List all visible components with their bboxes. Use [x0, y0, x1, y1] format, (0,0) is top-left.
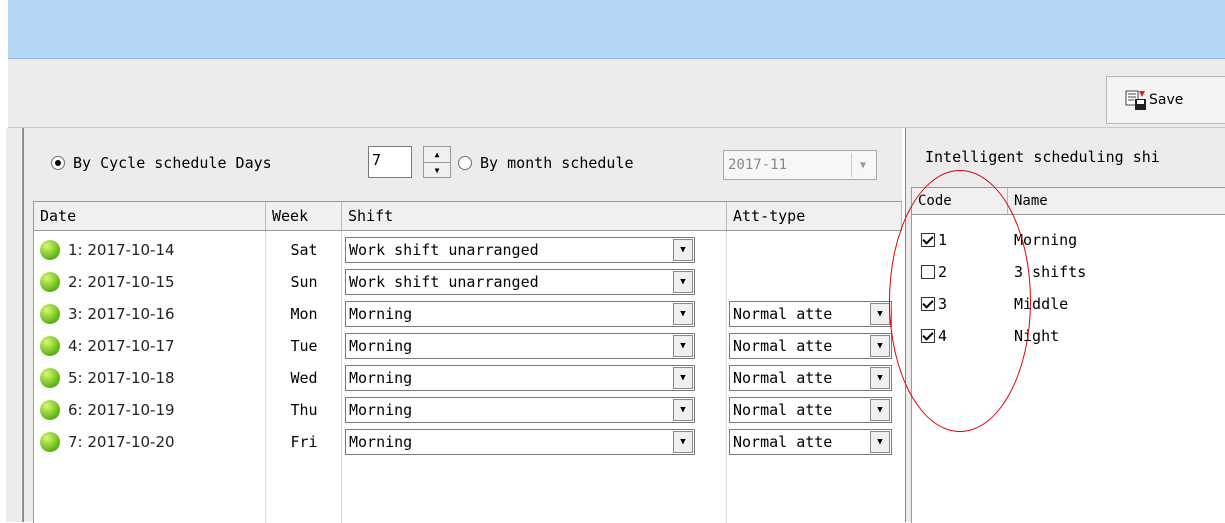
date-cell[interactable]: 5: 2017-10-18: [34, 362, 266, 394]
month-schedule-radio[interactable]: [458, 156, 472, 170]
att-type-select-value: Normal atte: [733, 305, 833, 323]
stepper-down-icon[interactable]: ▼: [424, 163, 450, 178]
red-annotation-circle: [889, 170, 1031, 432]
week-cell: Fri: [290, 433, 318, 451]
triangle-down-icon[interactable]: ▼: [673, 335, 693, 357]
triangle-down-icon[interactable]: ▼: [673, 367, 693, 389]
triangle-down-icon[interactable]: ▼: [673, 303, 693, 325]
shift-select[interactable]: Morning ▼: [345, 429, 695, 455]
date-cell[interactable]: 7: 2017-10-20: [34, 426, 266, 458]
schedule-grid-header: Date Week Shift Att-type: [34, 202, 902, 231]
cycle-schedule-label: By Cycle schedule Days: [73, 154, 272, 172]
date-text: 7: 2017-10-20: [68, 433, 175, 451]
triangle-down-icon[interactable]: ▼: [870, 367, 890, 389]
table-row[interactable]: 5: 2017-10-18 Wed Morning ▼ Normal atte ▼: [34, 362, 902, 394]
table-row[interactable]: 4: 2017-10-17 Tue Morning ▼ Normal atte ▼: [34, 330, 902, 362]
table-row[interactable]: 6: 2017-10-19 Thu Morning ▼ Normal atte ▼: [34, 394, 902, 426]
date-text: 5: 2017-10-18: [68, 369, 175, 387]
column-header-date[interactable]: Date: [34, 202, 266, 230]
shift-select-value: Morning: [349, 433, 413, 451]
week-cell: Sat: [290, 241, 318, 259]
triangle-down-icon[interactable]: ▼: [870, 431, 890, 453]
table-row[interactable]: 3: 2017-10-16 Mon Morning ▼ Normal atte ▼: [34, 298, 902, 330]
chevron-down-icon[interactable]: ▼: [851, 153, 874, 177]
triangle-down-icon[interactable]: ▼: [673, 271, 693, 293]
save-disk-icon: [1125, 89, 1147, 111]
shift-select[interactable]: Work shift unarranged ▼: [345, 237, 695, 263]
att-type-select[interactable]: Normal atte ▼: [729, 397, 892, 423]
green-ball-icon: [40, 432, 60, 452]
table-row[interactable]: 2: 2017-10-15 Sun Work shift unarranged ▼: [34, 266, 902, 298]
intelligent-scheduling-title: Intelligent scheduling shi: [925, 148, 1160, 166]
green-ball-icon: [40, 368, 60, 388]
month-select-value: 2017-11: [728, 157, 788, 173]
date-cell[interactable]: 4: 2017-10-17: [34, 330, 266, 362]
att-type-select-value: Normal atte: [733, 369, 833, 387]
date-text: 6: 2017-10-19: [68, 401, 175, 419]
column-header-week[interactable]: Week: [266, 202, 342, 230]
save-button[interactable]: Save: [1106, 76, 1225, 124]
cycle-schedule-option[interactable]: By Cycle schedule Days: [51, 150, 272, 176]
date-text: 4: 2017-10-17: [68, 337, 175, 355]
triangle-down-icon[interactable]: ▼: [870, 303, 890, 325]
green-ball-icon: [40, 304, 60, 324]
month-select[interactable]: 2017-11 ▼: [723, 150, 877, 180]
column-header-name[interactable]: Name: [1008, 188, 1225, 214]
shift-select[interactable]: Morning ▼: [345, 333, 695, 359]
shift-select-value: Work shift unarranged: [349, 241, 539, 259]
cycle-days-input[interactable]: 7: [368, 146, 412, 178]
save-button-label: Save: [1149, 92, 1184, 108]
triangle-down-icon[interactable]: ▼: [870, 335, 890, 357]
triangle-down-icon[interactable]: ▼: [673, 239, 693, 261]
att-type-select[interactable]: Normal atte ▼: [729, 365, 892, 391]
column-header-att-type[interactable]: Att-type: [727, 202, 902, 230]
att-type-select[interactable]: Normal atte ▼: [729, 429, 892, 455]
att-type-select-value: Normal atte: [733, 433, 833, 451]
week-cell: Thu: [290, 401, 318, 419]
table-row[interactable]: 7: 2017-10-20 Fri Morning ▼ Normal atte ▼: [34, 426, 902, 458]
shift-select[interactable]: Morning ▼: [345, 301, 695, 327]
toolbar: [8, 59, 1225, 128]
week-cell: Mon: [290, 305, 318, 323]
shift-select[interactable]: Morning ▼: [345, 365, 695, 391]
shift-select-value: Work shift unarranged: [349, 273, 539, 291]
date-cell[interactable]: 1: 2017-10-14: [34, 234, 266, 266]
date-text: 2: 2017-10-15: [68, 273, 175, 291]
date-text: 3: 2017-10-16: [68, 305, 175, 323]
green-ball-icon: [40, 240, 60, 260]
shift-select-value: Morning: [349, 369, 413, 387]
week-cell: Wed: [290, 369, 318, 387]
att-type-select[interactable]: Normal atte ▼: [729, 301, 892, 327]
week-cell: Tue: [290, 337, 318, 355]
shift-select[interactable]: Work shift unarranged ▼: [345, 269, 695, 295]
shift-select-value: Morning: [349, 337, 413, 355]
att-type-select-value: Normal atte: [733, 337, 833, 355]
stepper-up-icon[interactable]: ▲: [424, 147, 450, 163]
column-header-shift[interactable]: Shift: [342, 202, 727, 230]
green-ball-icon: [40, 336, 60, 356]
triangle-down-icon[interactable]: ▼: [673, 399, 693, 421]
shift-select-value: Morning: [349, 401, 413, 419]
schedule-grid: Date Week Shift Att-type 1: 2017-10-14 Sa…: [33, 201, 902, 523]
att-type-select-value: Normal atte: [733, 401, 833, 419]
date-text: 1: 2017-10-14: [68, 241, 175, 259]
green-ball-icon: [40, 272, 60, 292]
month-schedule-option[interactable]: By month schedule: [458, 150, 634, 176]
date-cell[interactable]: 6: 2017-10-19: [34, 394, 266, 426]
shift-select[interactable]: Morning ▼: [345, 397, 695, 423]
month-schedule-label: By month schedule: [480, 154, 634, 172]
date-cell[interactable]: 2: 2017-10-15: [34, 266, 266, 298]
cycle-days-stepper[interactable]: ▲ ▼: [423, 146, 451, 178]
triangle-down-icon[interactable]: ▼: [870, 399, 890, 421]
triangle-down-icon[interactable]: ▼: [673, 431, 693, 453]
left-collapsed-panel: [6, 128, 23, 522]
att-type-select[interactable]: Normal atte ▼: [729, 333, 892, 359]
week-cell: Sun: [290, 273, 318, 291]
cycle-schedule-radio[interactable]: [51, 156, 65, 170]
shift-select-value: Morning: [349, 305, 413, 323]
window-titlebar: [8, 0, 1225, 59]
date-cell[interactable]: 3: 2017-10-16: [34, 298, 266, 330]
table-row[interactable]: 1: 2017-10-14 Sat Work shift unarranged ▼: [34, 234, 902, 266]
green-ball-icon: [40, 400, 60, 420]
